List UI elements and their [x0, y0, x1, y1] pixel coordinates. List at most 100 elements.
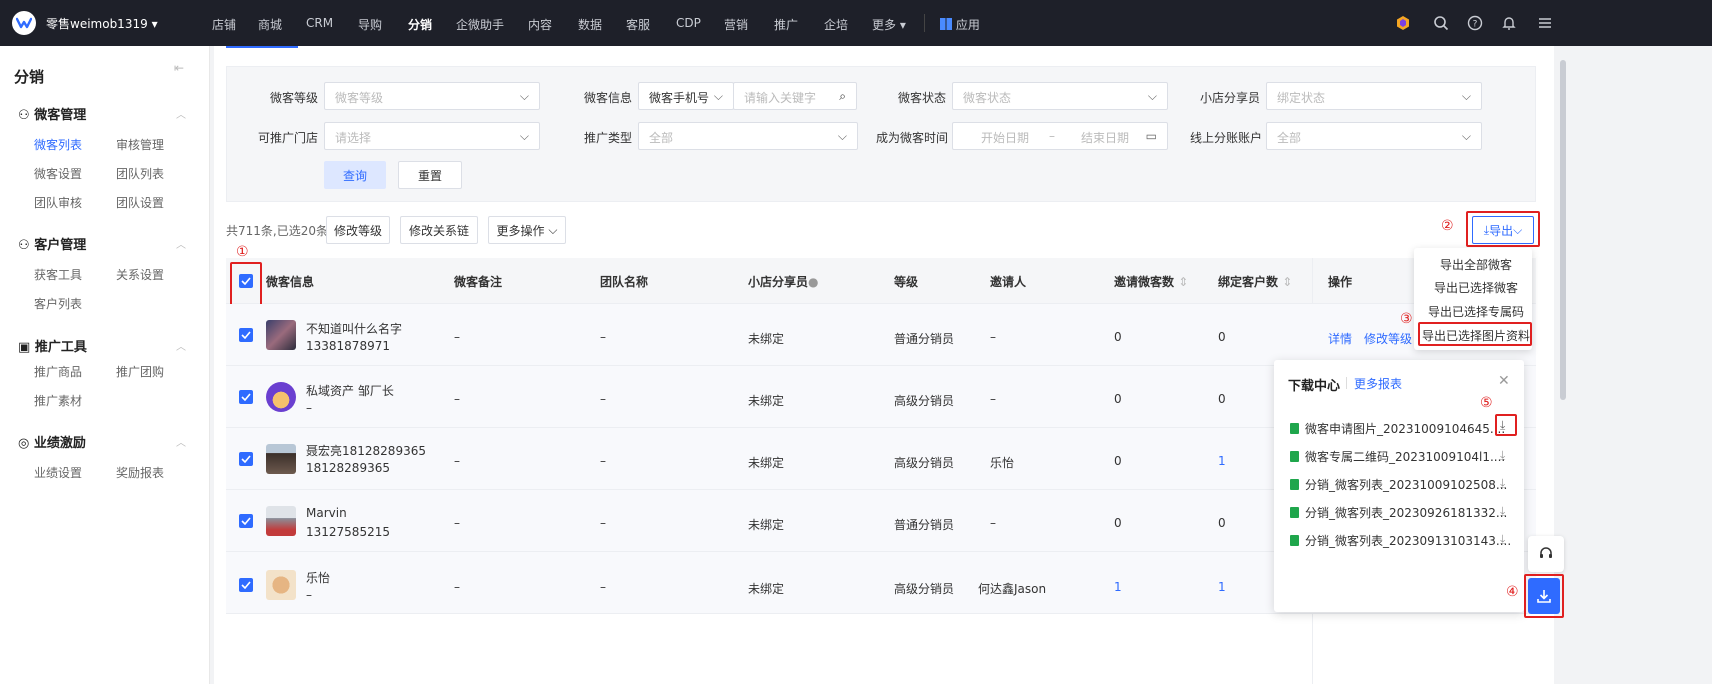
status-select[interactable]: 微客状态 ⌵	[952, 82, 1168, 110]
sort-icon[interactable]: ⇕	[1282, 275, 1292, 289]
detail-link[interactable]: 详情	[1328, 330, 1352, 347]
download-icon[interactable]: ⤓	[1500, 532, 1505, 547]
customer-service-button[interactable]	[1528, 536, 1564, 572]
sidebar-item-customer-settings[interactable]: 微客设置	[34, 165, 82, 182]
promo-type-select[interactable]: 全部 ⌵	[638, 122, 858, 150]
download-icon[interactable]: ⤓	[1500, 476, 1505, 491]
sidebar-group-label: 客户管理	[34, 238, 87, 253]
download-icon[interactable]: ⤓	[1500, 418, 1505, 433]
sidebar-item-promo-materials[interactable]: 推广素材	[34, 392, 82, 409]
search-icon[interactable]: ⌕	[839, 89, 846, 104]
sidebar-item-team-list[interactable]: 团队列表	[116, 165, 164, 182]
nav-cdp[interactable]: CDP	[676, 16, 701, 30]
sidebar-group-incentives[interactable]: ◎ 业绩激励	[18, 432, 86, 451]
chevron-up-icon[interactable]: ︿	[176, 236, 186, 251]
sidebar-item-promo-groupbuy[interactable]: 推广团购	[116, 363, 164, 380]
sidebar-group-wechat-customer[interactable]: ⚇ 微客管理	[18, 104, 86, 123]
sidebar-item-client-list[interactable]: 客户列表	[34, 295, 82, 312]
row-checkbox[interactable]	[239, 390, 253, 404]
export-selected-images-option[interactable]: 导出已选择图片资料	[1422, 327, 1530, 344]
nav-data[interactable]: 数据	[578, 16, 602, 33]
sidebar-item-reward-report[interactable]: 奖励报表	[116, 464, 164, 481]
end-date-placeholder: 结束日期	[1081, 131, 1130, 145]
export-selected-codes-option[interactable]: 导出已选择专属码	[1428, 303, 1524, 320]
sidebar-item-customer-list[interactable]: 微客列表	[34, 136, 82, 153]
bound-cell-link[interactable]: 1	[1218, 454, 1226, 468]
chevron-down-icon: ⌵	[1461, 89, 1471, 103]
col-bound[interactable]: 绑定客户数 ⇕	[1218, 273, 1292, 290]
chevron-up-icon[interactable]: ︿	[176, 106, 186, 121]
download-icon[interactable]: ⤓	[1500, 448, 1505, 463]
nav-guide[interactable]: 导购	[358, 16, 382, 33]
close-icon[interactable]: ✕	[1498, 373, 1510, 389]
more-reports-link[interactable]: 更多报表	[1354, 375, 1402, 392]
store-switcher[interactable]: 零售weimob1319 ▾	[46, 15, 158, 32]
sidebar-group-client[interactable]: ⚇ 客户管理	[18, 234, 86, 253]
sidebar-item-acquisition-tools[interactable]: 获客工具	[34, 266, 82, 283]
keyword-input[interactable]: 请输入关键字 ⌕	[733, 82, 857, 110]
row-checkbox[interactable]	[239, 514, 253, 528]
menu-icon[interactable]	[1534, 12, 1556, 34]
nav-shop[interactable]: 店铺	[212, 16, 236, 33]
sidebar-group-promotion-tools[interactable]: ▣ 推广工具	[18, 336, 87, 355]
select-all-checkbox[interactable]	[239, 274, 253, 288]
nav-wecom-assistant[interactable]: 企微助手	[456, 16, 504, 33]
sidebar-group-label: 微客管理	[34, 108, 87, 123]
date-range-picker[interactable]: 开始日期 – 结束日期 ▭	[952, 122, 1168, 150]
download-center-button[interactable]	[1528, 578, 1560, 614]
row-checkbox[interactable]	[239, 328, 253, 342]
download-icon[interactable]: ⤓	[1500, 504, 1505, 519]
nav-crm[interactable]: CRM	[306, 16, 333, 30]
more-actions-button[interactable]: 更多操作 ⌵	[488, 216, 566, 244]
nav-apps[interactable]: 应用	[940, 16, 980, 33]
invites-cell: 0	[1114, 330, 1122, 344]
level-select[interactable]: 微客等级 ⌵	[324, 82, 540, 110]
sidebar-item-team-review[interactable]: 团队审核	[34, 194, 82, 211]
query-button[interactable]: 查询	[324, 161, 386, 189]
info-icon[interactable]: ●	[808, 275, 818, 289]
page-scrollbar[interactable]	[1560, 60, 1566, 400]
nav-more[interactable]: 更多 ▾	[872, 16, 906, 33]
row-checkbox[interactable]	[239, 452, 253, 466]
col-invites[interactable]: 邀请微客数 ⇕	[1114, 273, 1188, 290]
reset-button[interactable]: 重置	[398, 161, 462, 189]
sidebar-item-performance-settings[interactable]: 业绩设置	[34, 464, 82, 481]
export-button[interactable]: ⤓ 导出 ⌵	[1472, 216, 1534, 244]
brand-logo-icon[interactable]	[12, 11, 36, 35]
sidebar-item-promo-goods[interactable]: 推广商品	[34, 363, 82, 380]
invites-cell-link[interactable]: 1	[1114, 580, 1122, 594]
search-icon[interactable]	[1430, 12, 1452, 34]
chevron-up-icon[interactable]: ︿	[176, 338, 186, 353]
bound-cell-link[interactable]: 1	[1218, 580, 1226, 594]
nav-distribution[interactable]: 分销	[408, 16, 432, 33]
nav-service[interactable]: 客服	[626, 16, 650, 33]
sharer-select[interactable]: 绑定状态 ⌵	[1266, 82, 1482, 110]
collapse-sidebar-icon[interactable]: ⇤	[174, 61, 184, 75]
modify-level-link[interactable]: 修改等级	[1364, 330, 1412, 347]
info-type-select[interactable]: 微客手机号 ⌵	[638, 82, 734, 110]
sidebar-item-team-settings[interactable]: 团队设置	[116, 194, 164, 211]
invites-cell: 0	[1114, 454, 1122, 468]
row-checkbox[interactable]	[239, 578, 253, 592]
export-selected-option[interactable]: 导出已选择微客	[1434, 279, 1518, 296]
hexagon-app-icon[interactable]	[1392, 12, 1414, 34]
nav-content[interactable]: 内容	[528, 16, 552, 33]
modify-chain-button[interactable]: 修改关系链	[400, 216, 478, 244]
sidebar-item-review[interactable]: 审核管理	[116, 136, 164, 153]
store-select[interactable]: 请选择 ⌵	[324, 122, 540, 150]
sort-icon[interactable]: ⇕	[1178, 275, 1188, 289]
sidebar-item-relation-settings[interactable]: 关系设置	[116, 266, 164, 283]
nav-training[interactable]: 企培	[824, 16, 848, 33]
file-icon	[1290, 479, 1299, 490]
customer-phone: –	[306, 588, 312, 602]
nav-promotion[interactable]: 推广	[774, 16, 798, 33]
modify-level-button[interactable]: 修改等级	[326, 216, 390, 244]
sharer-cell: 未绑定	[748, 394, 785, 408]
account-select[interactable]: 全部 ⌵	[1266, 122, 1482, 150]
nav-mall[interactable]: 商城	[258, 16, 282, 33]
help-icon[interactable]: ?	[1464, 12, 1486, 34]
chevron-up-icon[interactable]: ︿	[176, 434, 186, 449]
notification-bell-icon[interactable]	[1498, 12, 1520, 34]
export-all-option[interactable]: 导出全部微客	[1440, 256, 1512, 273]
nav-marketing[interactable]: 营销	[724, 16, 748, 33]
